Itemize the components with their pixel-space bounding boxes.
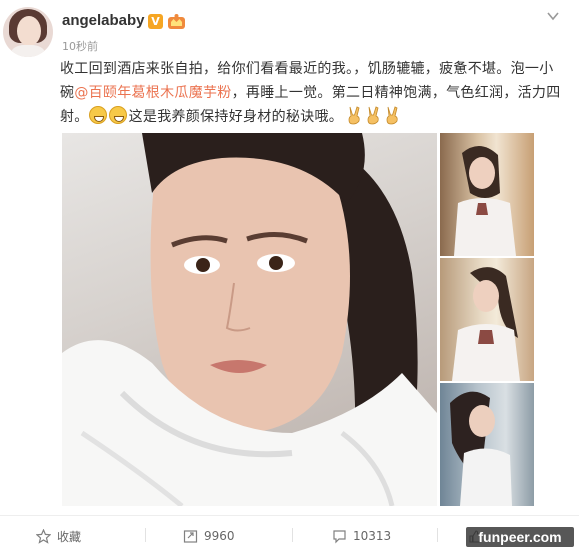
post-text-part-3: 这是我养颜保持好身材的秘诀哦。 bbox=[128, 109, 344, 125]
post-photo-thumbnail[interactable] bbox=[440, 258, 534, 381]
comment-button[interactable]: 10313 bbox=[332, 526, 391, 546]
vip-crown-icon bbox=[168, 14, 185, 29]
weibo-post-card: angelababy V 10秒前 收工回到酒店来张自拍，给你们看看最近的我。，… bbox=[0, 0, 579, 548]
post-photo-main[interactable] bbox=[62, 133, 437, 506]
selfie-illustration bbox=[62, 133, 437, 506]
post-photo-thumbnail[interactable] bbox=[440, 383, 534, 506]
favorite-button[interactable]: 收藏 bbox=[36, 526, 81, 546]
verified-badge-icon: V bbox=[148, 14, 163, 29]
repost-button[interactable]: 9960 bbox=[183, 526, 235, 546]
repost-count: 9960 bbox=[204, 529, 235, 543]
favorite-label: 收藏 bbox=[57, 529, 82, 544]
victory-hand-icon bbox=[386, 106, 398, 125]
mention-link[interactable]: @百颐年葛根木瓜魔芋粉 bbox=[74, 85, 231, 101]
username[interactable]: angelababy bbox=[62, 12, 145, 29]
comment-count: 10313 bbox=[353, 529, 392, 543]
divider bbox=[145, 528, 146, 542]
post-photo-thumbnail[interactable] bbox=[440, 133, 534, 256]
divider bbox=[292, 528, 293, 542]
divider bbox=[437, 528, 438, 542]
divider bbox=[0, 515, 579, 516]
post-text: 收工回到酒店来张自拍，给你们看看最近的我。，饥肠辘辘，疲惫不堪。泡一小碗@百颐年… bbox=[60, 57, 565, 129]
repost-icon bbox=[183, 529, 198, 543]
avatar[interactable] bbox=[3, 7, 53, 57]
grinning-face-icon bbox=[88, 106, 107, 124]
victory-hand-icon bbox=[367, 106, 379, 125]
victory-hand-icon bbox=[348, 106, 360, 125]
chevron-down-icon[interactable] bbox=[546, 9, 560, 23]
post-timestamp[interactable]: 10秒前 bbox=[62, 38, 98, 54]
grinning-face-icon bbox=[108, 106, 127, 124]
watermark: funpeer.com bbox=[466, 527, 574, 547]
comment-icon bbox=[333, 529, 346, 543]
star-icon bbox=[36, 528, 51, 544]
